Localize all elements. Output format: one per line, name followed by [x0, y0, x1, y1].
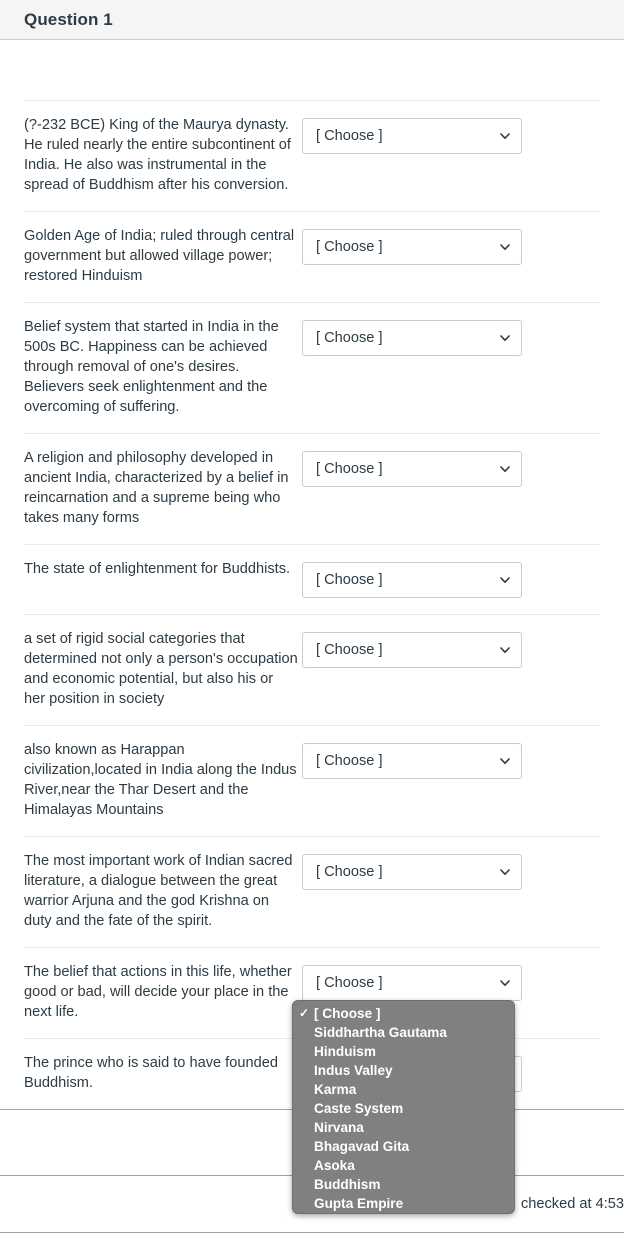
- top-spacer: [24, 40, 600, 100]
- check-icon: ✓: [299, 1006, 310, 1020]
- matching-answer-cell: [ Choose ]: [302, 559, 522, 598]
- answer-select-5[interactable]: [ Choose ]: [302, 632, 522, 668]
- matching-answer-cell: [ Choose ]: [302, 448, 522, 487]
- quiz-saved-status: checked at 4:53: [520, 1196, 624, 1212]
- chevron-down-icon: [499, 332, 511, 344]
- answer-select-value: [ Choose ]: [316, 572, 383, 588]
- matching-rows: (?-232 BCE) King of the Maurya dynasty. …: [24, 100, 600, 1109]
- dropdown-option[interactable]: Nirvana: [293, 1118, 514, 1137]
- dropdown-option-label: Siddhartha Gautama: [314, 1025, 447, 1040]
- matching-row: A religion and philosophy developed in a…: [24, 433, 600, 544]
- dropdown-option[interactable]: Siddhartha Gautama: [293, 1023, 514, 1042]
- chevron-down-icon: [499, 644, 511, 656]
- matching-answer-cell: [ Choose ]: [302, 962, 522, 1001]
- chevron-down-icon: [499, 977, 511, 989]
- dropdown-option[interactable]: Indus Valley: [293, 1061, 514, 1080]
- matching-row: The most important work of Indian sacred…: [24, 836, 600, 947]
- matching-row: Belief system that started in India in t…: [24, 302, 600, 433]
- matching-row: also known as Harappan civilization,loca…: [24, 725, 600, 836]
- dropdown-option-label: Nirvana: [314, 1120, 364, 1135]
- dropdown-option[interactable]: Hinduism: [293, 1042, 514, 1061]
- matching-answer-cell: [ Choose ]: [302, 317, 522, 356]
- matching-prompt-text: A religion and philosophy developed in a…: [24, 450, 289, 526]
- answer-select-4[interactable]: [ Choose ]: [302, 562, 522, 598]
- matching-row: The state of enlightenment for Buddhists…: [24, 544, 600, 614]
- answer-select-value: [ Choose ]: [316, 975, 383, 991]
- matching-prompt-text: Belief system that started in India in t…: [24, 319, 279, 415]
- question-header: Question 1: [0, 0, 624, 40]
- matching-prompt-text: The prince who is said to have founded B…: [24, 1055, 278, 1091]
- dropdown-option-label: Indus Valley: [314, 1063, 393, 1078]
- dropdown-option[interactable]: Gupta Empire: [293, 1194, 514, 1213]
- answer-select-value: [ Choose ]: [316, 128, 383, 144]
- dropdown-option-label: Karma: [314, 1082, 357, 1097]
- answer-select-value: [ Choose ]: [316, 864, 383, 880]
- dropdown-option-label: Bhagavad Gita: [314, 1139, 410, 1154]
- dropdown-option-label: [ Choose ]: [314, 1006, 381, 1021]
- dropdown-option[interactable]: Buddhism: [293, 1175, 514, 1194]
- footer-band-bottom: [0, 1232, 624, 1257]
- matching-answer-cell: [ Choose ]: [302, 115, 522, 154]
- matching-answer-cell: [ Choose ]: [302, 851, 522, 890]
- dropdown-option-label: Gupta Empire: [314, 1196, 404, 1211]
- answer-select-2[interactable]: [ Choose ]: [302, 320, 522, 356]
- dropdown-option-label: Caste System: [314, 1101, 404, 1116]
- answer-select-8[interactable]: [ Choose ]: [302, 965, 522, 1001]
- chevron-down-icon: [499, 866, 511, 878]
- dropdown-option[interactable]: Bhagavad Gita: [293, 1137, 514, 1156]
- dropdown-option[interactable]: Asoka: [293, 1156, 514, 1175]
- matching-prompt-text: a set of rigid social categories that de…: [24, 631, 298, 707]
- answer-select-value: [ Choose ]: [316, 642, 383, 658]
- chevron-down-icon: [499, 755, 511, 767]
- matching-prompt-text: The state of enlightenment for Buddhists…: [24, 561, 291, 577]
- answer-select-value: [ Choose ]: [316, 330, 383, 346]
- answer-select-value: [ Choose ]: [316, 239, 383, 255]
- matching-prompt-text: Golden Age of India; ruled through centr…: [24, 228, 295, 284]
- chevron-down-icon: [499, 130, 511, 142]
- select-dropdown-popup[interactable]: ✓ [ Choose ] Siddhartha Gautama Hinduism Ind…: [292, 1000, 515, 1214]
- page-title: Question 1: [24, 9, 113, 29]
- dropdown-option-label: Buddhism: [314, 1177, 381, 1192]
- answer-select-value: [ Choose ]: [316, 461, 383, 477]
- dropdown-option-label: Hinduism: [314, 1044, 376, 1059]
- matching-answer-cell: [ Choose ]: [302, 629, 522, 668]
- answer-select-6[interactable]: [ Choose ]: [302, 743, 522, 779]
- dropdown-option[interactable]: ✓ [ Choose ]: [293, 1004, 514, 1023]
- answer-select-value: [ Choose ]: [316, 753, 383, 769]
- matching-row: (?-232 BCE) King of the Maurya dynasty. …: [24, 100, 600, 211]
- matching-prompt-text: The most important work of Indian sacred…: [24, 853, 293, 929]
- answer-select-1[interactable]: [ Choose ]: [302, 229, 522, 265]
- matching-row: Golden Age of India; ruled through centr…: [24, 211, 600, 302]
- matching-row: a set of rigid social categories that de…: [24, 614, 600, 725]
- dropdown-option-label: Asoka: [314, 1158, 355, 1173]
- matching-answer-cell: [ Choose ]: [302, 226, 522, 265]
- matching-prompt-text: The belief that actions in this life, wh…: [24, 964, 292, 1020]
- chevron-down-icon: [499, 241, 511, 253]
- matching-prompt-text: also known as Harappan civilization,loca…: [24, 742, 297, 818]
- chevron-down-icon: [499, 463, 511, 475]
- chevron-down-icon: [499, 574, 511, 586]
- answer-select-3[interactable]: [ Choose ]: [302, 451, 522, 487]
- question-body: (?-232 BCE) King of the Maurya dynasty. …: [0, 40, 624, 1109]
- matching-answer-cell: [ Choose ]: [302, 740, 522, 779]
- answer-select-7[interactable]: [ Choose ]: [302, 854, 522, 890]
- answer-select-0[interactable]: [ Choose ]: [302, 118, 522, 154]
- dropdown-option[interactable]: Caste System: [293, 1099, 514, 1118]
- dropdown-option[interactable]: Karma: [293, 1080, 514, 1099]
- matching-prompt-text: (?-232 BCE) King of the Maurya dynasty. …: [24, 117, 291, 193]
